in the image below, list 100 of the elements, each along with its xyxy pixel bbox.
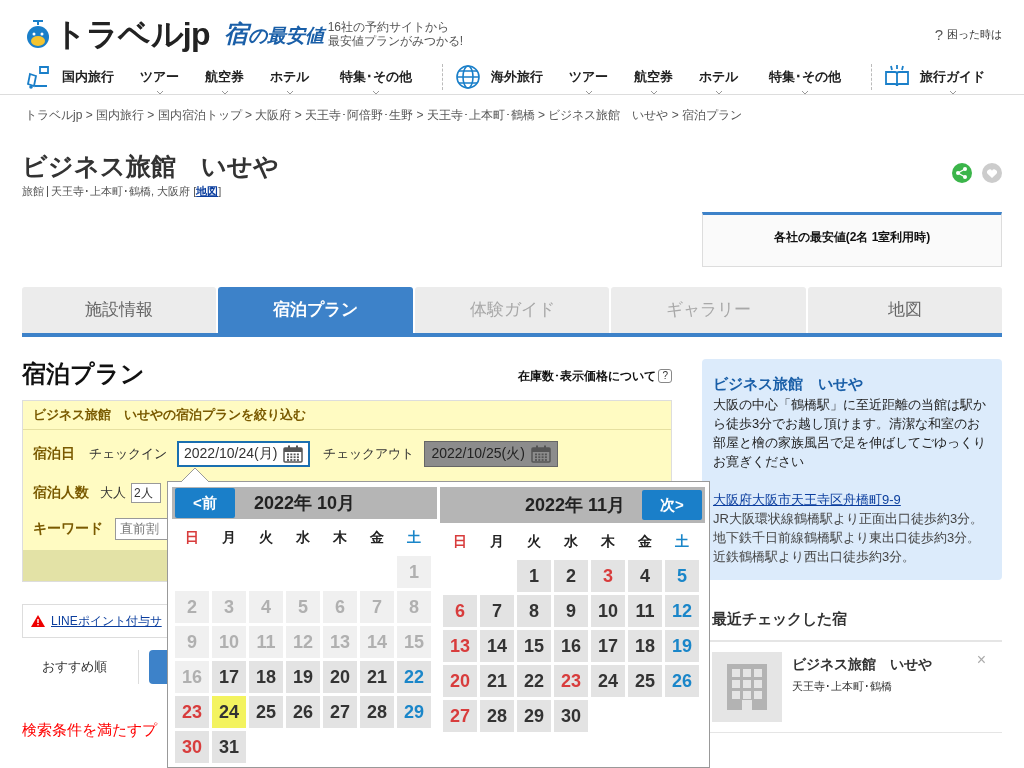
- nav-item[interactable]: ツアー: [140, 67, 179, 87]
- weekday-label: 木: [332, 528, 348, 547]
- info-hotel-name: ビジネス旅館 いせや: [713, 373, 864, 394]
- calendar-day[interactable]: 25: [628, 665, 662, 697]
- tab[interactable]: 施設情報: [22, 286, 217, 333]
- map-link[interactable]: 地図: [196, 183, 219, 200]
- help-link[interactable]: 困った時は: [947, 25, 1002, 43]
- calendar-day[interactable]: 6: [443, 595, 477, 627]
- calendar-day[interactable]: 8: [517, 595, 551, 627]
- tab[interactable]: 宿泊プラン: [218, 286, 413, 333]
- calendar-day[interactable]: 17: [591, 630, 625, 662]
- calendar-day[interactable]: 4: [628, 560, 662, 592]
- hotel-area: 天王寺･上本町･鶴橋, 大阪府: [51, 183, 191, 200]
- calendar-day[interactable]: 31: [212, 731, 246, 763]
- calendar-day[interactable]: 21: [360, 661, 394, 693]
- prev-month-button[interactable]: <前: [175, 488, 235, 518]
- calendar-day[interactable]: 11: [628, 595, 662, 627]
- weekday-label: 金: [369, 528, 385, 547]
- nav-item[interactable]: 旅行ガイド: [920, 67, 985, 87]
- weekday-label: 水: [295, 528, 311, 547]
- calendar-day[interactable]: 25: [249, 696, 283, 728]
- site-logo[interactable]: トラベルjp: [54, 18, 210, 50]
- recent-hotel-area: 天王寺･上本町･鶴橋: [792, 678, 932, 695]
- calendar-day[interactable]: 2: [554, 560, 588, 592]
- calendar-day[interactable]: 23: [554, 665, 588, 697]
- calendar-icon: [530, 444, 551, 463]
- calendar-day[interactable]: 30: [175, 731, 209, 763]
- field-label: キーワード: [33, 519, 103, 538]
- calendar-day[interactable]: 24: [212, 696, 246, 728]
- next-month-button[interactable]: 次>: [642, 490, 702, 520]
- hotel-description: 大阪の中心「鶴橋駅」に至近距離の当館は駅から徒歩3分でお越し頂けます。清潔な和室のお部屋と檜の家族風呂で足を伸ばしてごゆっくりお寛ぎください: [713, 395, 987, 471]
- calendar-day[interactable]: 9: [554, 595, 588, 627]
- calendar-day[interactable]: 1: [517, 560, 551, 592]
- calendar-day[interactable]: 15: [517, 630, 551, 662]
- price-box-title: 各社の最安値(2名 1室利用時): [773, 228, 931, 246]
- nav-item[interactable]: 特集･その他: [340, 67, 412, 87]
- calendar-day[interactable]: 28: [360, 696, 394, 728]
- globe-icon: [455, 64, 481, 90]
- field-label: 宿泊日: [33, 444, 76, 463]
- bird-mascot-icon: [24, 19, 52, 49]
- nav-item[interactable]: 国内旅行: [62, 67, 114, 87]
- sort-option[interactable]: おすすめ順: [42, 656, 138, 677]
- favorite-icon[interactable]: [982, 163, 1002, 183]
- weekday-label: 日: [452, 532, 468, 551]
- checkout-field[interactable]: 2022/10/25(火): [424, 440, 558, 467]
- nav-item[interactable]: 航空券: [205, 67, 244, 87]
- adults-select[interactable]: 2人: [131, 482, 161, 503]
- tagline-text: 16社の予約サイトから: [327, 20, 450, 34]
- field-label: 大人: [100, 483, 126, 502]
- calendar-day[interactable]: 27: [323, 696, 357, 728]
- weekday-label: 水: [563, 532, 579, 551]
- calendar-day[interactable]: 10: [591, 595, 625, 627]
- calendar-icon: [283, 444, 304, 463]
- nav-item[interactable]: ホテル: [699, 67, 738, 87]
- calendar-day[interactable]: 18: [249, 661, 283, 693]
- calendar-day[interactable]: 29: [517, 700, 551, 732]
- calendar-day[interactable]: 14: [480, 630, 514, 662]
- calendar-day[interactable]: 16: [554, 630, 588, 662]
- weekday-label: 火: [526, 532, 542, 551]
- calendar-day[interactable]: 26: [286, 696, 320, 728]
- section-title: 宿泊プラン: [22, 358, 145, 389]
- calendar-day[interactable]: 3: [591, 560, 625, 592]
- calendar-day[interactable]: 28: [480, 700, 514, 732]
- weekday-label: 木: [600, 532, 616, 551]
- share-icon[interactable]: [952, 163, 972, 183]
- calendar-day[interactable]: 24: [591, 665, 625, 697]
- address-link[interactable]: 大阪府大阪市天王寺区舟橋町9-9: [713, 489, 991, 509]
- calendar-day[interactable]: 17: [212, 661, 246, 693]
- field-label: チェックイン: [89, 444, 167, 463]
- calendar-day[interactable]: 18: [628, 630, 662, 662]
- calendar-day[interactable]: 19: [286, 661, 320, 693]
- field-label: 宿泊人数: [33, 483, 89, 502]
- month-title: 2022年 11月: [525, 493, 626, 517]
- nav-item[interactable]: 特集･その他: [769, 67, 841, 87]
- calendar-day[interactable]: 27: [443, 700, 477, 732]
- help-badge[interactable]: ?: [658, 368, 672, 383]
- weekday-label: 日: [184, 528, 200, 547]
- recent-hotel-name[interactable]: ビジネス旅館 いせや: [792, 654, 932, 675]
- nav-item[interactable]: 航空券: [634, 67, 673, 87]
- calendar-day[interactable]: 22: [517, 665, 551, 697]
- calendar-day[interactable]: 13: [443, 630, 477, 662]
- calendar-day[interactable]: 20: [443, 665, 477, 697]
- stock-price-note[interactable]: 在庫数･表示価格について: [518, 366, 657, 385]
- month-title: 2022年 10月: [254, 491, 356, 515]
- tagline-text: 最安値プランがみつかる!: [327, 34, 463, 48]
- nav-item[interactable]: 海外旅行: [491, 67, 543, 87]
- calendar-day[interactable]: 7: [480, 595, 514, 627]
- help-icon: ?: [934, 26, 943, 42]
- tab[interactable]: 地図: [807, 286, 1003, 333]
- field-label: チェックアウト: [323, 444, 415, 463]
- calendar-day[interactable]: 20: [323, 661, 357, 693]
- calendar-day[interactable]: 30: [554, 700, 588, 732]
- nav-item[interactable]: ツアー: [569, 67, 608, 87]
- weekday-label: 土: [674, 532, 690, 551]
- calendar-day[interactable]: 23: [175, 696, 209, 728]
- nav-item[interactable]: ホテル: [270, 67, 309, 87]
- recent-title: 最近チェックした宿: [712, 608, 848, 629]
- hotel-name: ビジネス旅館 いせや: [22, 151, 279, 182]
- notice-link[interactable]: LINEポイント付与サ: [51, 611, 162, 630]
- calendar-day[interactable]: 21: [480, 665, 514, 697]
